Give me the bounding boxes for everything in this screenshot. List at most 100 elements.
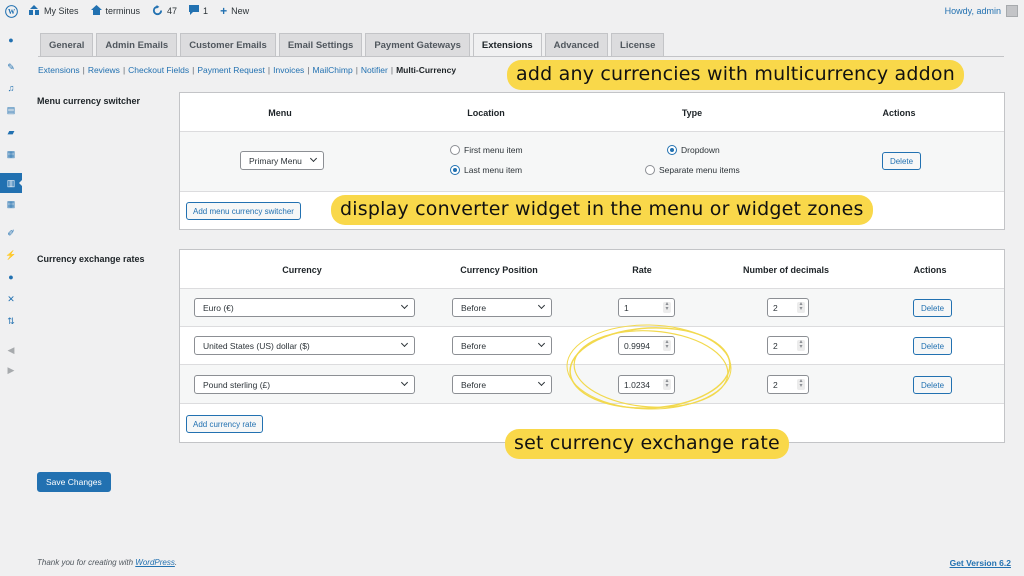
sublink-notifier[interactable]: Notifier bbox=[361, 65, 388, 75]
spinner-icon[interactable]: ▴ ▾ bbox=[797, 301, 805, 313]
sublink-invoices[interactable]: Invoices bbox=[273, 65, 304, 75]
menu-select[interactable]: Primary Menu bbox=[240, 151, 324, 170]
chevron-down-icon bbox=[400, 378, 409, 387]
tab-advanced[interactable]: Advanced bbox=[544, 33, 609, 56]
tools-icon[interactable]: ✕ bbox=[0, 289, 22, 309]
header-location: Location bbox=[467, 108, 505, 118]
spinner-icon[interactable]: ▴ ▾ bbox=[797, 378, 805, 390]
rate-input[interactable]: 0.9994 ▴ ▾ bbox=[618, 336, 675, 355]
header-type: Type bbox=[681, 108, 703, 118]
tab-email-settings[interactable]: Email Settings bbox=[278, 33, 363, 56]
location-first-radio[interactable]: First menu item bbox=[450, 145, 523, 155]
sublink-reviews[interactable]: Reviews bbox=[88, 65, 120, 75]
position-select[interactable]: Before bbox=[452, 336, 552, 355]
currency-value: Pound sterling (£) bbox=[203, 379, 271, 390]
chevron-down-icon bbox=[400, 339, 409, 348]
delete-rate-button[interactable]: Delete bbox=[913, 376, 952, 394]
media-icon[interactable]: ♫ bbox=[0, 78, 22, 98]
chevron-down-icon bbox=[537, 378, 546, 387]
location-last-radio[interactable]: Last menu item bbox=[450, 165, 522, 175]
currency-value: United States (US) dollar ($) bbox=[203, 340, 310, 351]
extension-subnav: Extensions | Reviews | Checkout Fields | Pa… bbox=[38, 65, 457, 75]
updates-link[interactable]: 47 bbox=[152, 4, 177, 18]
pin-icon[interactable]: ✎ bbox=[0, 57, 22, 77]
wordpress-logo-icon[interactable]: W bbox=[0, 4, 22, 18]
new-label: New bbox=[231, 6, 250, 16]
chevron-down-icon bbox=[309, 154, 318, 163]
tab-general[interactable]: General bbox=[40, 33, 94, 56]
spinner-icon[interactable]: ▴ ▾ bbox=[663, 301, 671, 313]
type-separate-radio[interactable]: Separate menu items bbox=[645, 165, 740, 175]
header-menu: Menu bbox=[268, 108, 292, 118]
save-changes-button[interactable]: Save Changes bbox=[37, 472, 111, 492]
pages-icon[interactable]: ▤ bbox=[0, 100, 22, 120]
tab-customer-emails[interactable]: Customer Emails bbox=[180, 33, 276, 56]
appearance-icon[interactable]: ✐ bbox=[0, 223, 22, 243]
calendar-grid-icon[interactable]: ▦ bbox=[0, 194, 22, 214]
tab-admin-emails[interactable]: Admin Emails bbox=[96, 33, 178, 56]
add-currency-rate-button[interactable]: Add currency rate bbox=[186, 415, 264, 433]
chevron-down-icon bbox=[537, 301, 546, 310]
calendar-icon[interactable]: ▦ bbox=[0, 144, 22, 164]
settings-icon[interactable]: ⇅ bbox=[0, 311, 22, 331]
tab-license[interactable]: License bbox=[611, 33, 665, 56]
header-decimals: Number of decimals bbox=[742, 265, 830, 275]
rate-input[interactable]: 1 ▴ ▾ bbox=[618, 298, 675, 317]
plugins-icon[interactable]: ⚡ bbox=[0, 245, 22, 265]
delete-rate-button[interactable]: Delete bbox=[913, 337, 952, 355]
decimals-input[interactable]: 2 ▴ ▾ bbox=[767, 298, 809, 317]
currency-select[interactable]: United States (US) dollar ($) bbox=[194, 336, 415, 355]
sublink-extensions[interactable]: Extensions bbox=[38, 65, 80, 75]
tab-extensions[interactable]: Extensions bbox=[472, 33, 542, 56]
admin-bar: W My Sites terminus 47 1 + New Howdy, ad… bbox=[0, 0, 1024, 22]
wordpress-link[interactable]: WordPress bbox=[135, 558, 175, 567]
site-name-label: terminus bbox=[105, 6, 141, 16]
decimals-value: 2 bbox=[773, 379, 778, 390]
delete-rate-button[interactable]: Delete bbox=[913, 299, 952, 317]
position-select[interactable]: Before bbox=[452, 298, 552, 317]
chevron-down-icon bbox=[400, 301, 409, 310]
comments-count: 1 bbox=[203, 6, 209, 16]
my-sites-link[interactable]: My Sites bbox=[28, 5, 79, 17]
sublink-payment-request[interactable]: Payment Request bbox=[197, 65, 265, 75]
building-icon[interactable]: ▥ bbox=[0, 173, 23, 193]
play-icon[interactable]: ▶ bbox=[0, 360, 22, 380]
decimals-input[interactable]: 2 ▴ ▾ bbox=[767, 375, 809, 394]
get-version-link[interactable]: Get Version 6.2 bbox=[950, 558, 1011, 568]
account-menu[interactable]: Howdy, admin bbox=[945, 0, 1018, 22]
sublink-checkout-fields[interactable]: Checkout Fields bbox=[128, 65, 189, 75]
menu-select-value: Primary Menu bbox=[249, 155, 302, 166]
delete-menu-switcher-button[interactable]: Delete bbox=[882, 152, 921, 170]
site-name-link[interactable]: terminus bbox=[90, 5, 141, 17]
new-content-link[interactable]: + New bbox=[220, 4, 249, 18]
plus-icon: + bbox=[220, 4, 228, 18]
exchange-rates-table: Currency Currency Position Rate Number o… bbox=[179, 249, 1005, 443]
comments-link[interactable]: 1 bbox=[189, 5, 208, 17]
table-header-row: Currency Currency Position Rate Number o… bbox=[180, 250, 1004, 289]
home-icon bbox=[90, 5, 102, 17]
radio-circle bbox=[450, 165, 460, 175]
tab-payment-gateways[interactable]: Payment Gateways bbox=[365, 33, 470, 56]
comments-icon[interactable]: ▰ bbox=[0, 122, 22, 142]
rate-value: 0.9994 bbox=[624, 340, 650, 351]
type-dropdown-radio[interactable]: Dropdown bbox=[667, 145, 720, 155]
dashboard-icon[interactable]: ● bbox=[0, 30, 22, 50]
sublink-mailchimp[interactable]: MailChimp bbox=[313, 65, 353, 75]
users-icon[interactable]: ● bbox=[0, 267, 22, 287]
table-row: Euro (€) Before 1 ▴ ▾ 2 ▴ ▾ Delete bbox=[180, 289, 1004, 327]
spinner-icon[interactable]: ▴ ▾ bbox=[797, 339, 805, 351]
currency-select[interactable]: Pound sterling (£) bbox=[194, 375, 415, 394]
position-select[interactable]: Before bbox=[452, 375, 552, 394]
add-menu-switcher-button[interactable]: Add menu currency switcher bbox=[186, 202, 301, 220]
megaphone-icon[interactable]: ◀ bbox=[0, 340, 22, 360]
tabs-divider bbox=[38, 56, 1004, 57]
exchange-rates-label: Currency exchange rates bbox=[37, 254, 145, 264]
decimals-input[interactable]: 2 ▴ ▾ bbox=[767, 336, 809, 355]
updates-icon bbox=[152, 4, 163, 18]
currency-select[interactable]: Euro (€) bbox=[194, 298, 415, 317]
rate-input[interactable]: 1.0234 ▴ ▾ bbox=[618, 375, 675, 394]
spinner-icon[interactable]: ▴ ▾ bbox=[663, 378, 671, 390]
spinner-icon[interactable]: ▴ ▾ bbox=[663, 339, 671, 351]
table-row: United States (US) dollar ($) Before 0.9… bbox=[180, 327, 1004, 365]
decimals-value: 2 bbox=[773, 340, 778, 351]
